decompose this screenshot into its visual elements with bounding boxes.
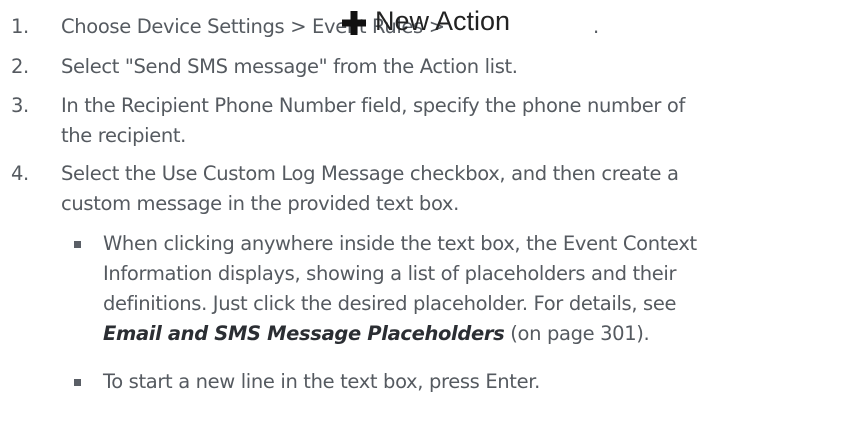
step-text: In the Recipient Phone Number field, spe… <box>61 91 836 151</box>
document-page: 1. Choose Device Settings > Event Rules … <box>0 0 843 428</box>
step-text: Select the Use Custom Log Message checkb… <box>61 159 836 219</box>
cross-reference-link[interactable]: Email and SMS Message Placeholders <box>103 322 505 345</box>
step-line: Select "Send SMS message" from the Actio… <box>61 55 518 78</box>
new-action-label: New Action <box>375 6 511 36</box>
bullet-line: Information displays, showing a list of … <box>103 262 677 285</box>
step-line: Select the Use Custom Log Message checkb… <box>61 162 679 185</box>
bullet-text: When clicking anywhere inside the text b… <box>103 229 838 349</box>
page-reference: (on page 301). <box>510 322 650 345</box>
bullet-square-icon <box>74 241 81 248</box>
bullet-square-icon <box>74 379 81 386</box>
step-line: In the Recipient Phone Number field, spe… <box>61 94 685 117</box>
step-number: 4. <box>11 162 29 185</box>
step-number: 2. <box>11 55 29 78</box>
bullet-line: definitions. Just click the desired plac… <box>103 292 677 315</box>
step-number: 3. <box>11 94 29 117</box>
bullet-line: When clicking anywhere inside the text b… <box>103 232 697 255</box>
step-line: custom message in the provided text box. <box>61 192 459 215</box>
step-text: Select "Send SMS message" from the Actio… <box>61 52 836 82</box>
plus-icon <box>342 10 366 35</box>
bullet-line-with-link: Email and SMS Message Placeholders (on p… <box>103 319 838 349</box>
step-trailing-period: . <box>593 15 599 38</box>
step-line: the recipient. <box>61 124 187 147</box>
new-action-button[interactable]: New Action <box>342 3 510 39</box>
bullet-text: To start a new line in the text box, pre… <box>103 367 838 397</box>
bullet-line: To start a new line in the text box, pre… <box>103 370 540 393</box>
step-number: 1. <box>11 15 29 38</box>
